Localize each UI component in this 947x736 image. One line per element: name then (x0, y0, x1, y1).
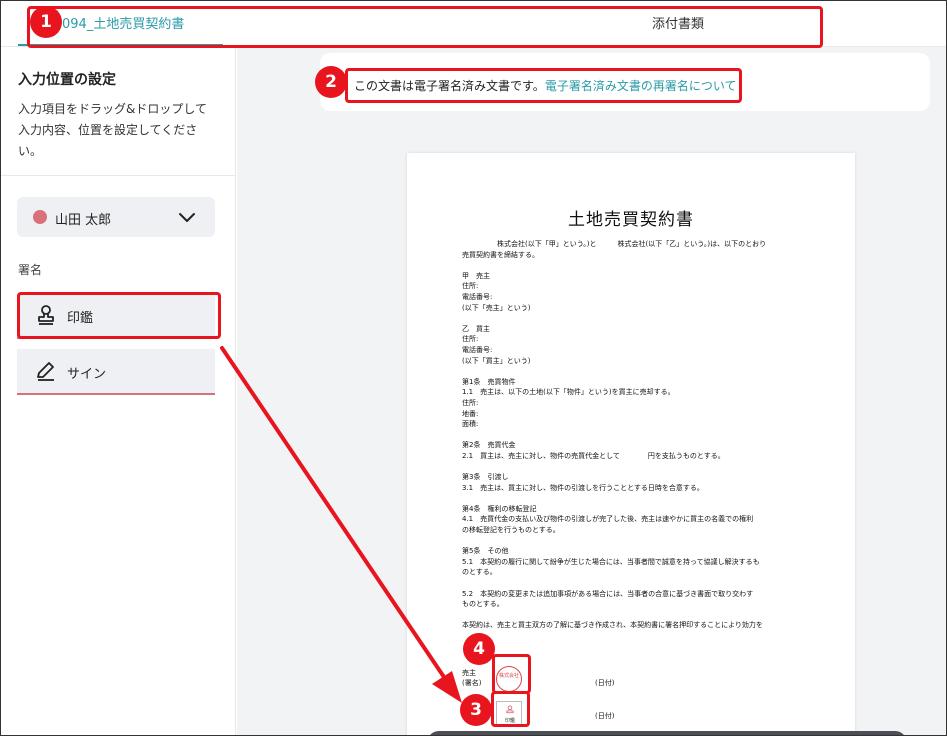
doc-line: 第3条 引渡し (462, 473, 509, 482)
doc-party-b: 乙 買主 住所: 電話番号: (以下「買主」という) (462, 324, 807, 366)
section-label-signature: 署名 (18, 263, 43, 277)
doc-line: 4.1 売買代金の支払い及び物件の引渡しが完了した後、売主は速やかに買主の名義で… (462, 515, 754, 524)
sign-field-button[interactable]: サイン (17, 349, 215, 395)
placed-inkan-label: 印鑑 (504, 718, 515, 724)
chevron-down-icon (179, 213, 195, 222)
doc-line: 第4条 権利の移転登記 (462, 504, 537, 513)
doc-line: 第2条 売買代金 (462, 441, 516, 450)
doc-line: 甲 売主 (462, 271, 490, 280)
stamp-icon (506, 705, 514, 714)
doc-line: 5.2 本契約の変更または追加事項がある場合には、当事者の合意に基づき書面で取り… (462, 589, 754, 598)
doc-line: 住所: (462, 398, 479, 407)
document-title: 土地売買契約書 (568, 210, 694, 230)
annotation-badge-2: 2 (315, 66, 347, 98)
doc-line: 本契約は、売主と買主双方の了解に基づき作成され、本契約書に署名押印することにより… (462, 621, 763, 630)
doc-line: 電話番号: (462, 345, 493, 354)
pen-icon (37, 362, 54, 381)
doc-line: の移転登記を行うものとする。 (462, 526, 560, 535)
doc-line: 地番: (462, 409, 479, 418)
annotation-badge-3: 3 (460, 694, 492, 726)
doc-article-5: 第5条 その他 5.1 本契約の履行に関して紛争が生じた場合には、当事者間で誠意… (462, 546, 807, 578)
sign-field-label: サイン (67, 367, 107, 382)
doc-line: 5.1 本契約の履行に関して紛争が生じた場合には、当事者間で誠意を持って協議し解… (462, 557, 760, 566)
notice-text: この文書は電子署名済み文書です。電子署名済み文書の再署名について (354, 77, 736, 94)
doc-line: 1.1 売主は、以下の土地(以下「物件」という)を買主に売却する。 (462, 388, 675, 397)
doc-line: 住所: (462, 282, 479, 291)
doc-article-4: 第4条 権利の移転登記 4.1 売買代金の支払い及び物件の引渡しが完了した後、売… (462, 504, 807, 536)
doc-line: 電話番号: (462, 292, 493, 301)
doc-closing: 本契約は、売主と買主双方の了解に基づき作成され、本契約書に署名押印することにより… (462, 620, 807, 631)
resign-info-link[interactable]: 電子署名済み文書の再署名について (545, 79, 737, 93)
doc-line: (以下「買主」という) (462, 356, 531, 365)
document-tab-bar: 094_土地売買契約書 添付書類 (0, 0, 947, 47)
doc-line: 面積: (462, 420, 479, 429)
placed-inkan-field[interactable]: 印鑑 (496, 701, 522, 727)
bottom-toolbar (427, 731, 907, 736)
doc-line: (以下「売主」という) (462, 303, 531, 312)
signer-select[interactable]: 山田 太郎 (17, 197, 215, 237)
doc-line: 住所: (462, 335, 479, 344)
doc-line: 3.1 売主は、買主に対し、物件の引渡しを行うこととする日時を合意する。 (462, 483, 704, 492)
sidebar-description: 入力項目をドラッグ&ドロップして入力内容、位置を設定してください。 (18, 102, 207, 158)
doc-article-5-2: 5.2 本契約の変更または追加事項がある場合には、当事者の合意に基づき書面で取り… (462, 589, 807, 610)
doc-line: 第1条 売買物件 (462, 377, 516, 386)
doc-line: 乙 買主 (462, 324, 490, 333)
doc-article-3: 第3条 引渡し 3.1 売主は、買主に対し、物件の引渡しを行うこととする日時を合… (462, 472, 807, 493)
sign-label: (署名) (462, 679, 482, 687)
doc-intro: 株式会社(以下「甲」という。)と 株式会社(以下「乙」という。)は、以下のとおり… (462, 239, 807, 260)
doc-line: 売買契約書を締結する。 (462, 250, 539, 259)
doc-line: 株式会社(以下「甲」という。)と 株式会社(以下「乙」という。)は、以下のとおり (497, 240, 767, 248)
inkan-field-label: 印鑑 (67, 311, 94, 326)
document-viewer: この文書は電子署名済み文書です。電子署名済み文書の再署名について 土地売買契約書… (237, 47, 947, 736)
stamp-icon (38, 305, 54, 325)
doc-line: 2.1 買主は、売主に対し、物件の売買代金として 円を支払うものとする。 (462, 451, 725, 460)
tab-attachments[interactable]: 添付書類 (652, 0, 742, 46)
signer-color-dot (33, 210, 47, 224)
inkan-field-button[interactable]: 印鑑 (17, 293, 215, 339)
signer-name: 山田 太郎 (55, 213, 112, 228)
company-seal-stamp[interactable]: 株式会社 (496, 666, 522, 692)
date-label-1: (日付) (595, 679, 615, 687)
seller-label: 売主 (462, 669, 476, 677)
date-label-2: (日付) (595, 712, 615, 720)
doc-article-2: 第2条 売買代金 2.1 買主は、売主に対し、物件の売買代金として 円を支払うも… (462, 440, 807, 461)
sidebar-header: 入力位置の設定 入力項目をドラッグ&ドロップして入力内容、位置を設定してください… (0, 47, 235, 176)
doc-party-a: 甲 売主 住所: 電話番号: (以下「売主」という) (462, 271, 807, 313)
doc-line: のとする。 (462, 568, 497, 577)
doc-line: ものとする。 (462, 600, 504, 609)
sidebar-title: 入力位置の設定 (18, 72, 116, 88)
doc-article-1: 第1条 売買物件 1.1 売主は、以下の土地(以下「物件」という)を買主に売却す… (462, 377, 807, 430)
seal-text: 株式会社 (499, 673, 520, 679)
doc-line: 第5条 その他 (462, 547, 509, 556)
signed-notice: この文書は電子署名済み文書です。電子署名済み文書の再署名について (320, 53, 930, 111)
annotation-badge-4: 4 (463, 633, 495, 665)
notice-message: この文書は電子署名済み文書です。 (354, 79, 545, 93)
annotation-badge-1: 1 (30, 6, 62, 38)
sidebar: 入力位置の設定 入力項目をドラッグ&ドロップして入力内容、位置を設定してください… (0, 47, 236, 736)
document-body: 株式会社(以下「甲」という。)と 株式会社(以下「乙」という。)は、以下のとおり… (462, 239, 807, 642)
